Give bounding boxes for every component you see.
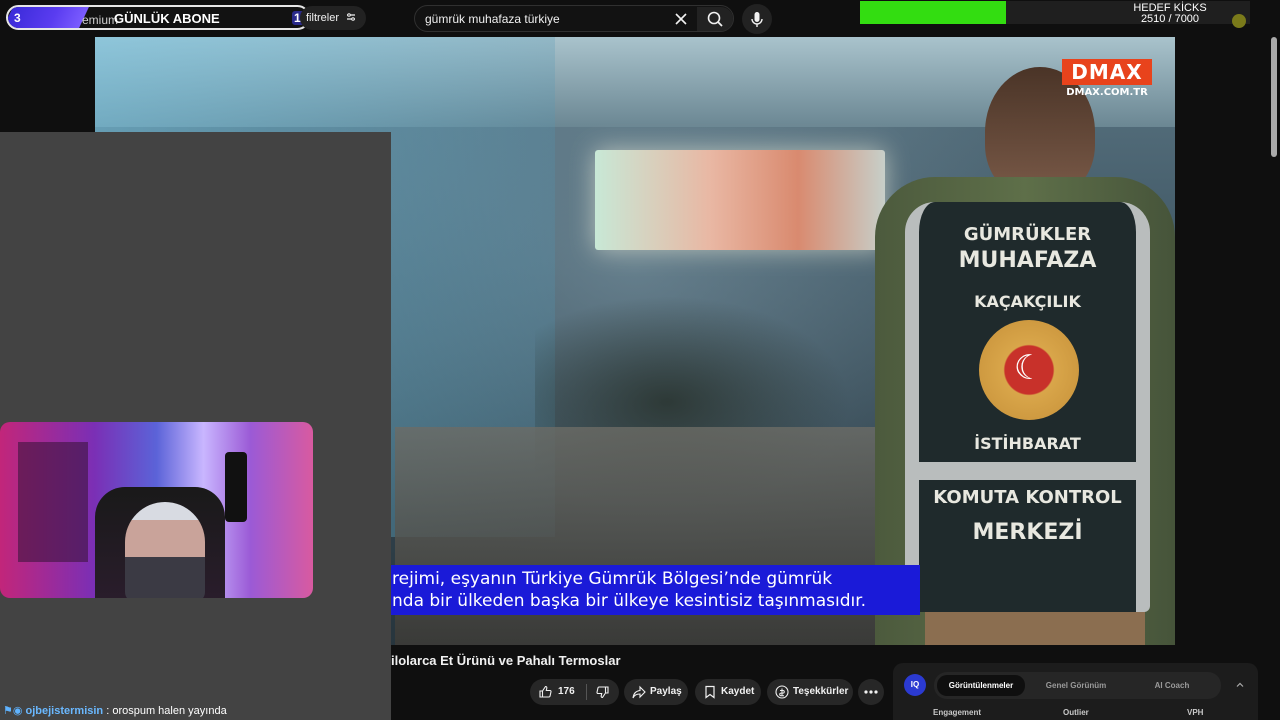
like-dislike-group: 176 <box>530 679 619 705</box>
subscriber-count: 3 <box>14 11 21 25</box>
thumbs-down-icon <box>596 686 609 699</box>
share-icon <box>632 685 646 699</box>
tab-overview[interactable]: Genel Görünüm <box>1031 675 1121 696</box>
chat-username[interactable]: ojbejistermisin <box>26 705 104 717</box>
microphone <box>225 452 247 522</box>
like-button[interactable]: 176 <box>530 679 586 705</box>
chat-message: ⚑◉ ojbejistermisin : orospum halen yayın… <box>3 704 227 717</box>
filters-button[interactable]: filtreler <box>300 6 367 30</box>
search-input[interactable] <box>425 12 665 26</box>
filters-label: filtreler <box>306 12 340 24</box>
share-label: Paylaş <box>650 686 682 697</box>
vest-text-line6: MERKEZİ <box>972 520 1083 545</box>
thumbs-up-icon <box>539 685 552 698</box>
subtitle-line2: nda bir ülkeden başka bir ülkeye kesinti… <box>392 591 867 611</box>
dmax-url: DMAX.COM.TR <box>1066 87 1148 98</box>
tab-views[interactable]: Görüntülenmeler <box>937 675 1025 696</box>
premium-text: emium <box>82 13 119 27</box>
subscriber-goal-widget: 3 emium GÜNLÜK ABONE 12 <box>6 5 310 30</box>
metric-vph: VPH <box>1187 708 1204 717</box>
search-button[interactable] <box>697 7 733 31</box>
chat-badge-icon: ⚑◉ <box>3 705 26 717</box>
collapse-panel-button[interactable] <box>1233 678 1247 692</box>
dmax-watermark: DMAX <box>1062 59 1152 85</box>
page-scrollbar[interactable] <box>1270 37 1278 720</box>
streamer-webcam <box>0 422 313 598</box>
save-label: Kaydet <box>721 686 755 697</box>
subscriber-label: GÜNLÜK ABONE <box>114 11 220 26</box>
more-horizontal-icon <box>864 690 878 694</box>
metric-outlier: Outlier <box>1063 708 1089 717</box>
share-button[interactable]: Paylaş <box>624 679 688 705</box>
kicks-goal-value: 2510 / 7000 <box>1140 13 1200 25</box>
filter-icon <box>347 13 356 21</box>
analytics-panel: IQ Görüntülenmeler Genel Görünüm AI Coac… <box>893 663 1258 720</box>
vest-text-line3: KAÇAKÇILIK <box>974 292 1081 311</box>
vest-text-line2: MUHAFAZA <box>958 248 1097 273</box>
clear-search-button[interactable] <box>671 9 691 29</box>
chevron-up-icon <box>1236 682 1244 687</box>
kicks-goal-widget: HEDEF KİCKS 2510 / 7000 <box>860 1 1250 25</box>
vest-text-line1: GÜMRÜKLER <box>963 224 1092 245</box>
vest-text-line4: İSTİHBARAT <box>974 434 1081 453</box>
thanks-icon <box>775 685 789 699</box>
bookmark-icon <box>705 685 715 699</box>
save-button[interactable]: Kaydet <box>695 679 761 705</box>
search-bar <box>414 5 734 32</box>
thanks-button[interactable]: Teşekkürler <box>767 679 853 705</box>
chat-text: : orospum halen yayında <box>106 705 227 717</box>
thanks-label: Teşekkürler <box>793 686 849 697</box>
like-count: 176 <box>558 686 575 697</box>
mic-icon <box>751 12 763 27</box>
scrollbar-thumb[interactable] <box>1271 37 1277 157</box>
vest-text-line5: KOMUTA KONTROL <box>933 487 1122 508</box>
video-officer: GÜMRÜKLER MUHAFAZA KAÇAKÇILIK ☾ İSTİHBAR… <box>845 67 1175 645</box>
subtitle-line1: rejimi, eşyanın Türkiye Gümrük Bölgesi’n… <box>392 569 833 589</box>
video-wall-screen <box>595 150 885 250</box>
avatar[interactable] <box>1232 14 1246 28</box>
video-subtitle-box: rejimi, eşyanın Türkiye Gümrük Bölgesi’n… <box>388 565 920 615</box>
search-icon <box>707 11 723 27</box>
customs-emblem: ☾ <box>979 320 1079 420</box>
dislike-button[interactable] <box>587 679 619 705</box>
video-title: ilolarca Et Ürünü ve Pahalı Termoslar <box>391 653 621 668</box>
officer-vest: GÜMRÜKLER MUHAFAZA KAÇAKÇILIK ☾ İSTİHBAR… <box>905 202 1150 612</box>
voice-search-button[interactable] <box>742 4 772 34</box>
streamer <box>125 502 205 598</box>
iq-badge[interactable]: IQ <box>904 674 926 696</box>
close-icon <box>675 13 687 25</box>
analytics-tabs: Görüntülenmeler Genel Görünüm AI Coach <box>934 672 1221 699</box>
more-actions-button[interactable] <box>858 679 884 705</box>
metric-engagement: Engagement <box>933 708 982 717</box>
tab-ai-coach[interactable]: AI Coach <box>1127 675 1217 696</box>
